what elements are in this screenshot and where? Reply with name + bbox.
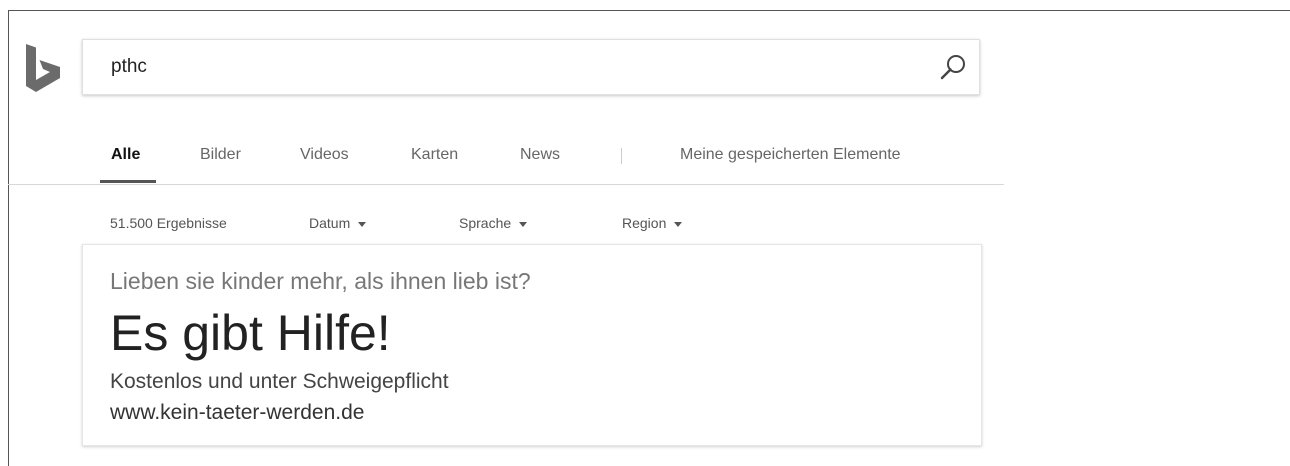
ad-headline: Es gibt Hilfe! [110,305,391,361]
filter-language-label: Sprache [459,215,512,231]
window-top-border [8,10,1290,11]
tab-saved-items[interactable]: Meine gespeicherten Elemente [680,146,901,164]
ad-url-link[interactable]: www.kein-taeter-werden.de [110,401,364,425]
filter-region-dropdown[interactable]: Region [622,215,683,231]
tab-videos[interactable]: Videos [300,146,349,164]
filter-language-dropdown[interactable]: Sprache [459,215,528,231]
tab-bilder[interactable]: Bilder [200,146,241,164]
tab-karten[interactable]: Karten [411,146,458,164]
magnifier-icon[interactable] [937,52,969,84]
caret-down-icon [358,221,367,227]
caret-down-icon [519,221,528,227]
bing-logo-icon[interactable] [24,42,62,94]
tab-news[interactable]: News [520,146,560,164]
filter-region-label: Region [622,215,667,231]
ad-description: Kostenlos und unter Schweigepflicht [110,370,449,393]
filter-date-label: Datum [309,215,351,231]
search-input[interactable]: pthc [111,56,147,78]
ad-tagline: Lieben sie kinder mehr, als ihnen lieb i… [110,268,531,294]
tab-separator [621,148,622,164]
window-left-border [8,10,9,466]
warning-ad-card[interactable]: Lieben sie kinder mehr, als ihnen lieb i… [82,244,982,446]
caret-down-icon [674,221,683,227]
result-count: 51.500 Ergebnisse [110,215,227,231]
search-box[interactable]: pthc [82,39,980,95]
nav-divider [8,184,1004,185]
tab-alle[interactable]: Alle [111,146,140,164]
active-tab-indicator [100,180,156,183]
filter-date-dropdown[interactable]: Datum [309,215,367,231]
